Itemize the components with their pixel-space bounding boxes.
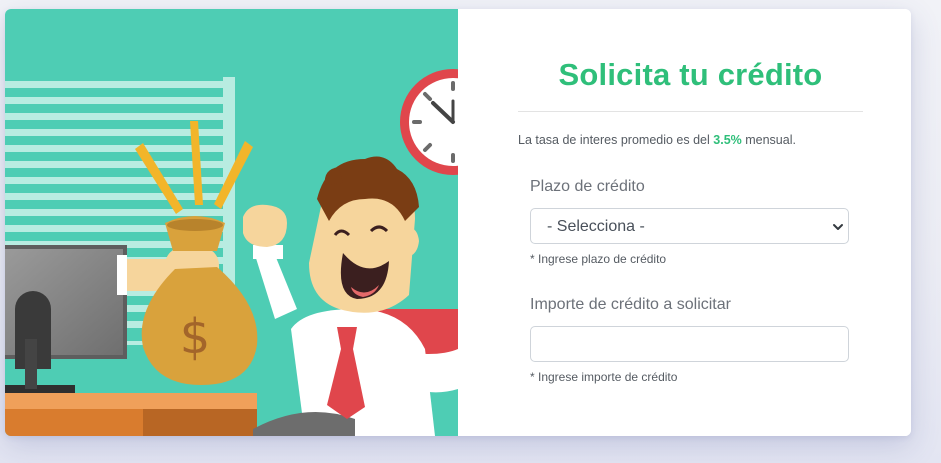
dollar-symbol: $ <box>180 309 211 365</box>
computer-monitor <box>5 245 127 393</box>
title-divider <box>518 111 863 112</box>
businessman-body <box>253 309 458 436</box>
rate-value: 3.5% <box>713 133 742 147</box>
hero-illustration: $ <box>5 9 458 436</box>
raised-fist <box>243 204 297 319</box>
amount-hint: * Ingrese importe de crédito <box>530 370 678 384</box>
businessman-head <box>309 156 419 313</box>
clock-icon <box>400 69 458 175</box>
rate-suffix: mensual. <box>741 133 796 147</box>
credit-request-card: $ Solicita tu crédito La tasa de interes… <box>5 9 911 436</box>
amount-input[interactable] <box>530 326 849 362</box>
chevron-down-icon <box>833 224 843 230</box>
form-title: Solicita tu crédito <box>558 57 823 92</box>
amount-label: Importe de crédito a solicitar <box>530 296 731 313</box>
rate-prefix: La tasa de interes promedio es del <box>518 133 714 147</box>
term-select[interactable]: - Selecciona - <box>530 208 849 244</box>
desk <box>5 393 257 436</box>
term-hint: * Ingrese plazo de crédito <box>530 252 667 266</box>
credit-form-panel: Solicita tu crédito La tasa de interes p… <box>458 9 911 436</box>
businessman-illustration: $ <box>5 69 458 436</box>
term-label: Plazo de crédito <box>530 178 645 195</box>
interest-rate-info: La tasa de interes promedio es del 3.5% … <box>518 133 796 147</box>
term-select-value: - Selecciona - <box>547 218 645 235</box>
